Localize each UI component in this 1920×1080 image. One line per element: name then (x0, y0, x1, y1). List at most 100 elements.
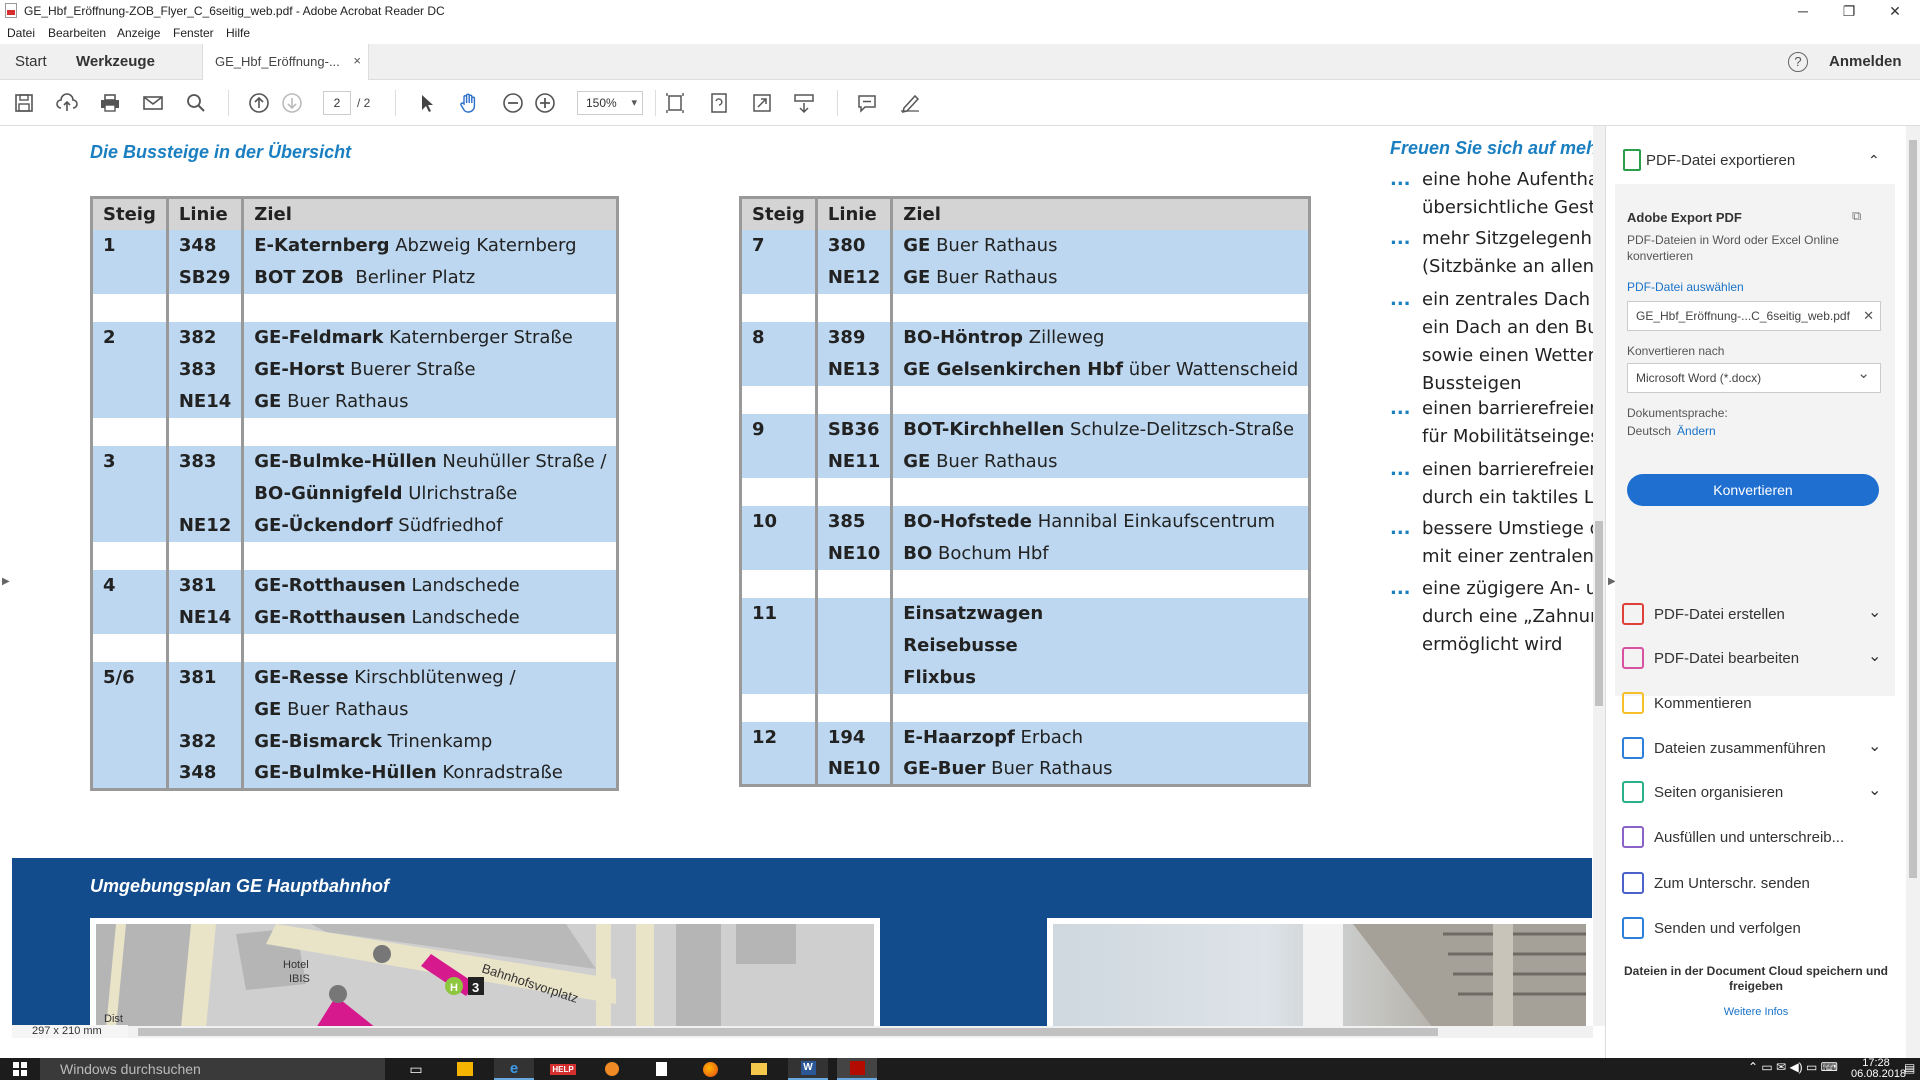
tool-item[interactable]: Ausfüllen und unterschreib... (1606, 820, 1906, 856)
cell-linie: 389 (814, 321, 894, 354)
remove-file-icon[interactable]: ✕ (1863, 302, 1874, 330)
copy-icon[interactable]: ⧉ (1852, 208, 1861, 224)
tool-item[interactable]: Zum Unterschr. senden (1606, 866, 1906, 902)
tool-item[interactable]: Kommentieren (1606, 686, 1906, 722)
table-spacer-row (739, 385, 1312, 414)
search-icon[interactable] (184, 91, 208, 115)
selected-file-name: GE_Hbf_Eröffnung-...C_6seitig_web.pdf (1636, 309, 1850, 323)
cell-linie: NE12 (814, 261, 894, 294)
convert-button[interactable]: Konvertieren (1627, 474, 1879, 506)
destination-bold: GE-Bulmke-Hüllen (254, 762, 437, 784)
tools-pane-scrollbar[interactable] (1906, 126, 1920, 1058)
zoom-out-icon[interactable] (501, 91, 525, 115)
platform-table-right: Steig Linie Ziel 7 380 GE Buer Rathaus NE12… (739, 196, 1312, 787)
select-pdf-link[interactable]: PDF-Datei auswählen (1627, 280, 1744, 294)
document-tab[interactable]: GE_Hbf_Eröffnung-... × (202, 44, 369, 80)
internet-explorer-taskbar-icon[interactable]: e (494, 1058, 534, 1080)
orange-app-taskbar-icon[interactable] (592, 1058, 632, 1080)
comment-icon[interactable] (855, 91, 879, 115)
next-page-icon[interactable] (280, 91, 304, 115)
more-info-link[interactable]: Weitere Infos (1606, 1006, 1906, 1018)
start-button[interactable] (0, 1058, 40, 1080)
task-view-icon[interactable]: ▭ (396, 1058, 436, 1080)
collapse-export-icon[interactable]: ⌃ (1868, 152, 1880, 169)
acrobat-taskbar-icon[interactable] (837, 1058, 877, 1080)
rotate-view-icon[interactable] (707, 91, 731, 115)
outlook-taskbar-icon[interactable] (445, 1058, 485, 1080)
tool-item[interactable]: Senden und verfolgen (1606, 911, 1906, 947)
convert-to-label: Konvertieren nach (1627, 344, 1725, 358)
destination-bold: GE (254, 699, 282, 720)
sign-pen-icon[interactable] (898, 91, 922, 115)
zoom-level-select[interactable]: 150% (577, 91, 643, 115)
system-tray-icons[interactable]: ⌃ ▭ ✉ ◀) ▭ ⌨ (1748, 1060, 1838, 1074)
tab-start[interactable]: Start (15, 53, 47, 70)
table-row: NE13 GE Gelsenkirchen Hbf über Wattensche… (739, 353, 1312, 386)
chevron-down-icon[interactable]: ⌄ (1868, 646, 1881, 666)
tool-icon (1622, 826, 1644, 848)
benefit-text: mehr Sitzgelegenhei (Sitzbänke an allen … (1422, 228, 1605, 277)
tool-icon (1622, 917, 1644, 939)
tab-bar: Start Werkzeuge GE_Hbf_Eröffnung-... × ?… (0, 44, 1920, 80)
table-row: 11 Einsatzwagen (739, 597, 1312, 630)
minimize-button[interactable]: ─ (1780, 0, 1826, 22)
selected-file-field[interactable]: GE_Hbf_Eröffnung-...C_6seitig_web.pdf ✕ (1627, 301, 1881, 331)
tool-item[interactable]: PDF-Datei bearbeiten ⌄ (1606, 641, 1906, 677)
email-icon[interactable] (141, 91, 165, 115)
cell-steig: 8 (739, 321, 818, 354)
document-horizontal-scrollbar[interactable] (128, 1026, 1593, 1038)
help-icon[interactable]: ? (1788, 52, 1808, 72)
menu-hilfe[interactable]: Hilfe (226, 26, 250, 40)
menu-bearbeiten[interactable]: Bearbeiten (48, 26, 106, 40)
page-number-input[interactable]: 2 (323, 91, 351, 115)
hand-tool-icon[interactable] (457, 91, 481, 115)
destination-stop: Buer Rathaus (281, 699, 409, 720)
menu-fenster[interactable]: Fenster (173, 26, 214, 40)
notifications-icon[interactable]: ▤ (1904, 1061, 1915, 1075)
fit-page-icon[interactable] (663, 91, 687, 115)
convert-to-select[interactable]: Microsoft Word (*.docx) (1627, 360, 1881, 393)
tool-item[interactable]: PDF-Datei erstellen ⌄ (1606, 597, 1906, 633)
document-vertical-scrollbar[interactable] (1593, 126, 1605, 1026)
destination-bold: GE-Bulmke-Hüllen (254, 451, 437, 472)
menu-anzeige[interactable]: Anzeige (117, 26, 160, 40)
previous-page-icon[interactable] (247, 91, 271, 115)
help-app-taskbar-icon[interactable]: HELP (543, 1058, 583, 1080)
chevron-down-icon[interactable]: ⌄ (1868, 780, 1881, 800)
destination-stop: Zilleweg (1023, 327, 1105, 348)
tool-item[interactable]: Dateien zusammenführen ⌄ (1606, 731, 1906, 767)
chevron-down-icon[interactable]: ⌄ (1868, 736, 1881, 756)
maximize-button[interactable]: ❐ (1826, 0, 1872, 22)
document-view[interactable]: ▶ Die Bussteige in der Übersicht Steig L… (0, 126, 1605, 1026)
close-window-button[interactable]: ✕ (1872, 0, 1918, 22)
chevron-down-icon[interactable]: ⌄ (1868, 602, 1881, 622)
left-pane-toggle-icon[interactable]: ▶ (2, 576, 10, 587)
close-tab-icon[interactable]: × (353, 53, 361, 68)
change-language-link[interactable]: Ändern (1677, 424, 1716, 438)
clock[interactable]: 17:28 06.08.2018 (1851, 1058, 1906, 1080)
tool-label: Ausfüllen und unterschreib... (1654, 829, 1845, 846)
word-taskbar-icon[interactable]: W (788, 1058, 828, 1080)
export-pdf-heading[interactable]: PDF-Datei exportieren (1646, 152, 1795, 169)
explorer-taskbar-icon[interactable] (739, 1058, 779, 1080)
scroll-mode-icon[interactable] (792, 91, 816, 115)
select-tool-icon[interactable] (415, 91, 439, 115)
benefits-heading: Freuen Sie sich auf meh (1390, 138, 1598, 158)
taskbar-search-input[interactable]: Windows durchsuchen (40, 1058, 385, 1080)
save-icon[interactable] (12, 91, 36, 115)
full-screen-icon[interactable] (750, 91, 774, 115)
cell-ziel: BO-Günnigfeld Ulrichstraße (241, 477, 620, 510)
menu-datei[interactable]: Datei (7, 26, 35, 40)
upload-cloud-icon[interactable] (55, 91, 79, 115)
firefox-taskbar-icon[interactable] (690, 1058, 730, 1080)
cell-linie: 381 (165, 661, 245, 694)
cell-ziel: Flixbus (890, 661, 1312, 694)
tool-item[interactable]: Seiten organisieren ⌄ (1606, 775, 1906, 811)
destination-stop: Bochum Hbf (932, 543, 1049, 564)
station-photo (1047, 918, 1592, 1026)
file-taskbar-icon[interactable] (641, 1058, 681, 1080)
tab-tools[interactable]: Werkzeuge (76, 53, 155, 70)
print-icon[interactable] (98, 91, 122, 115)
zoom-in-icon[interactable] (533, 91, 557, 115)
sign-in-button[interactable]: Anmelden (1829, 53, 1902, 70)
